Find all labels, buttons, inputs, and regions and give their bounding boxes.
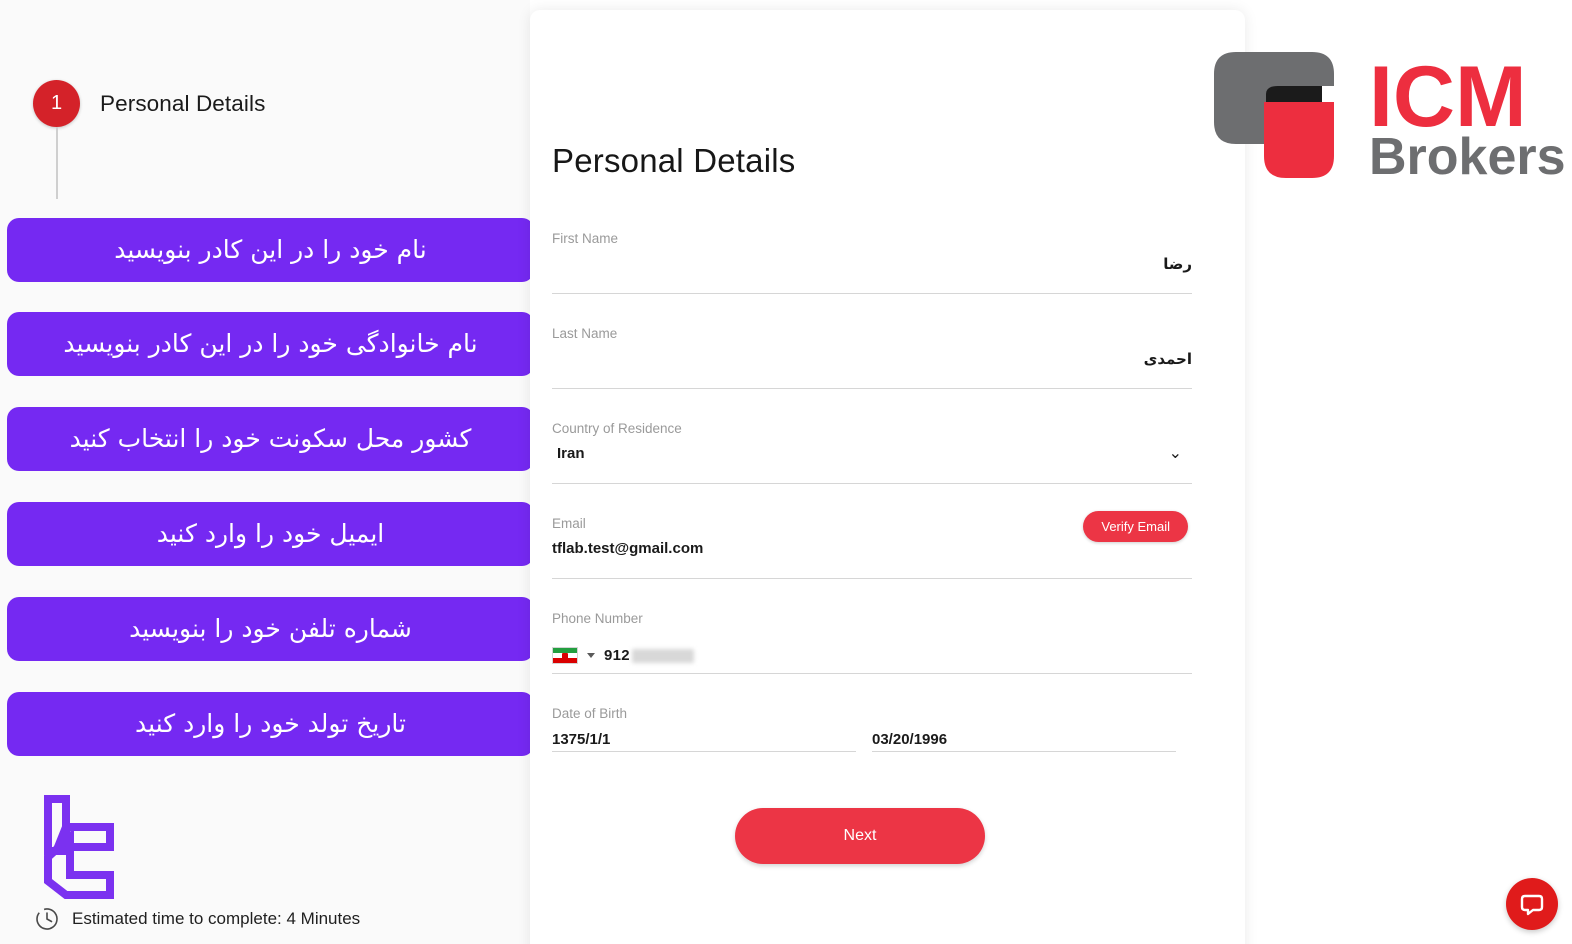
verify-email-button[interactable]: Verify Email [1083,511,1188,542]
form-card: Personal Details First Name رضا Last Nam… [530,10,1245,944]
clock-icon [36,908,58,930]
registration-page: 1 Personal Details نام خود را در این کاد… [0,0,1572,944]
step-connector-line [56,127,58,199]
first-name-label: First Name [552,231,619,246]
annotation-bubble-phone: شماره تلفن خود را بنویسید [7,597,534,661]
dob-jalali-underline [552,750,856,752]
brand-line2: Brokers [1369,128,1564,184]
chat-bubble-icon [1520,894,1544,916]
country-selected-value: Iran [557,444,585,462]
phone-row: 912 [552,641,1192,671]
annotation-bubble-dob: تاریخ تولد خود را وارد کنید [7,692,534,756]
dob-gregorian-col[interactable]: 03/20/1996 [872,728,1192,752]
phone-number-redacted-mask [631,649,694,664]
first-name-underline [552,293,1192,294]
chat-widget-button[interactable] [1506,878,1558,930]
field-first-name[interactable]: First Name رضا [552,232,1192,327]
dob-grid: 1375/1/1 03/20/1996 [552,728,1192,752]
email-input[interactable]: tflab.test@gmail.com [552,538,703,560]
next-button[interactable]: Next [735,808,985,864]
annotation-bubble-last-name: نام خانوادگی خود را در این کادر بنویسید [7,312,534,376]
estimated-time-row: Estimated time to complete: 4 Minutes [34,906,360,932]
email-underline [552,578,1192,579]
country-select[interactable]: Iran ⌄ [552,443,1192,465]
iran-flag-icon[interactable] [552,647,578,664]
last-name-input[interactable]: احمدی [552,348,1192,370]
country-label: Country of Residence [552,421,682,436]
personal-details-form: First Name رضا Last Name احمدی Country o… [552,232,1192,802]
email-row: tflab.test@gmail.com Verify Email [552,511,1192,560]
tf-lab-logo [44,795,114,899]
chevron-down-icon[interactable]: ⌄ [1169,445,1192,462]
dob-jalali-col[interactable]: 1375/1/1 [552,728,872,752]
step-indicator-personal-details[interactable]: 1 Personal Details [33,80,265,127]
country-underline [552,483,1192,484]
dob-label: Date of Birth [552,706,628,721]
field-country-of-residence[interactable]: Country of Residence Iran ⌄ [552,422,1192,517]
first-name-input[interactable]: رضا [552,253,1192,275]
phone-number-input[interactable]: 912 [604,647,694,664]
field-date-of-birth[interactable]: Date of Birth 1375/1/1 03/20/1996 [552,707,1192,802]
step-label: Personal Details [100,90,266,116]
annotation-bubble-email: ایمیل خود را وارد کنید [7,502,534,566]
last-name-underline [552,388,1192,389]
dob-gregorian-input[interactable]: 03/20/1996 [872,728,1192,752]
phone-underline [552,673,1192,674]
field-phone-number[interactable]: Phone Number 912 [552,612,1192,707]
dob-jalali-input[interactable]: 1375/1/1 [552,728,872,752]
last-name-label: Last Name [552,326,618,341]
phone-number-value: 912 [604,647,630,664]
step-number-badge: 1 [33,80,80,127]
dob-gregorian-underline [872,750,1176,752]
estimated-time-label: Estimated time to complete: 4 Minutes [72,909,361,928]
annotation-bubble-country: کشور محل سکونت خود را انتخاب کنید [7,407,534,471]
icm-brokers-logo: ICM Brokers [1214,49,1564,184]
field-email[interactable]: Email tflab.test@gmail.com Verify Email [552,511,1192,612]
sidebar: 1 Personal Details نام خود را در این کاد… [0,0,534,944]
field-last-name[interactable]: Last Name احمدی [552,327,1192,422]
annotation-bubble-first-name: نام خود را در این کادر بنویسید [7,218,534,282]
phone-label: Phone Number [552,611,643,626]
page-title: Personal Details [552,142,796,179]
country-code-caret-icon[interactable] [587,653,595,658]
